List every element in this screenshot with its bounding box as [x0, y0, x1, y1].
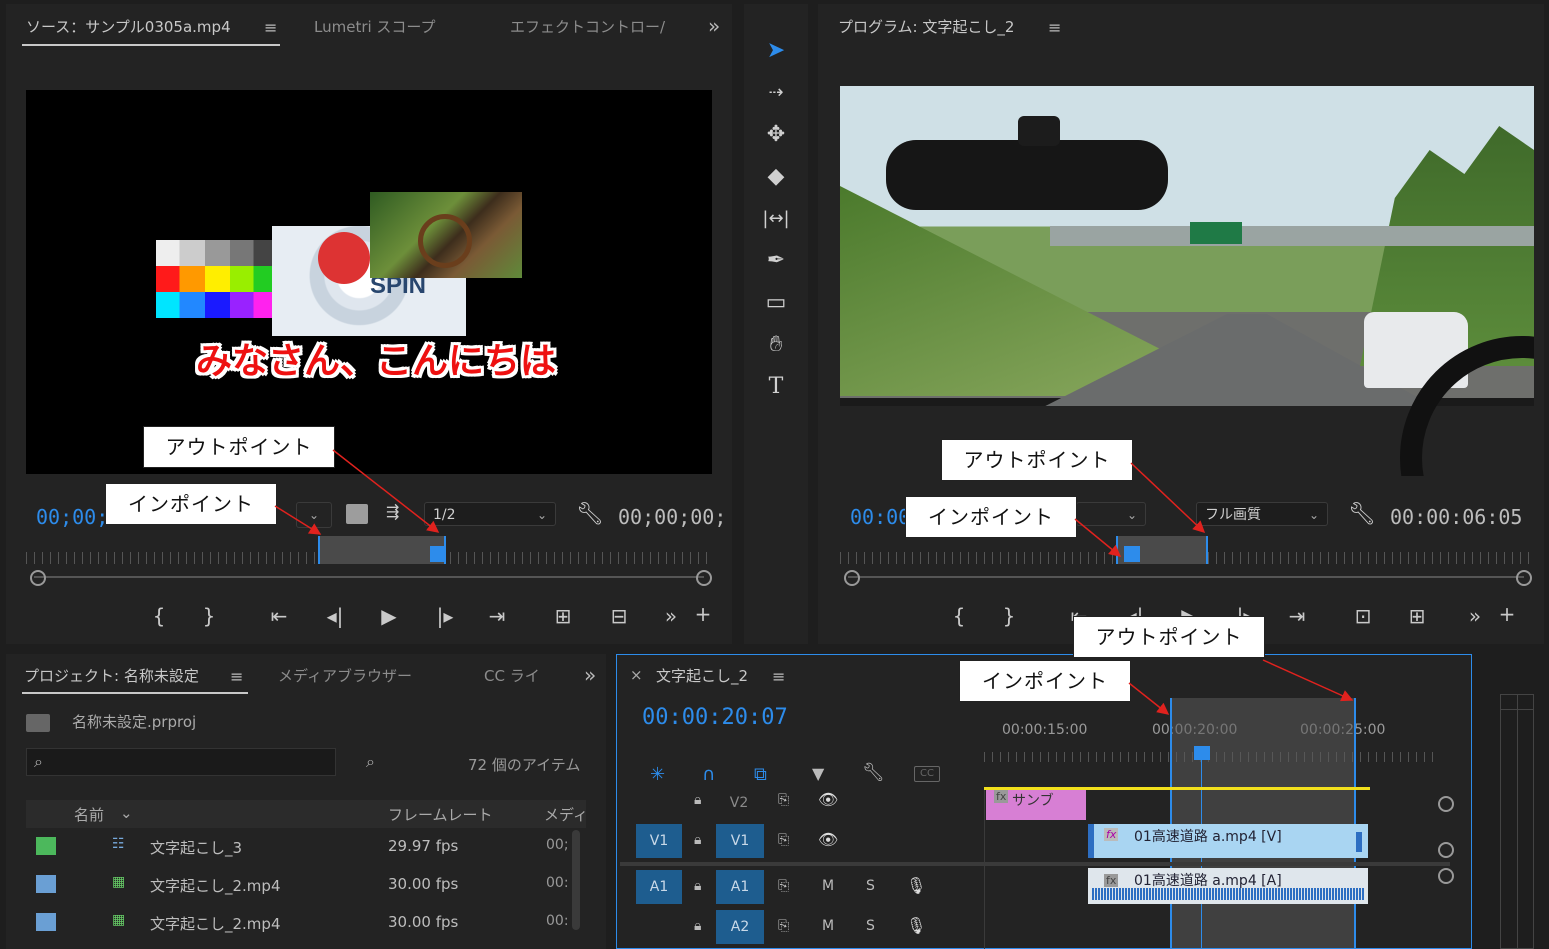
timeline-out-arrow	[1262, 659, 1354, 702]
callout-arrows	[274, 449, 1354, 715]
source-out-arrow	[332, 449, 440, 533]
source-in-arrow	[274, 505, 322, 535]
program-in-arrow	[1074, 518, 1122, 557]
program-out-arrow	[1130, 462, 1206, 534]
timeline-in-arrow	[1128, 682, 1170, 715]
